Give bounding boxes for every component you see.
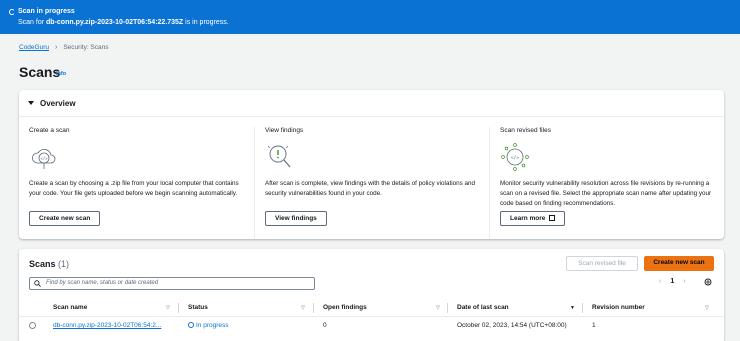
upload-cloud-icon: </> xyxy=(32,149,56,169)
search-icon xyxy=(34,280,41,287)
overview-panel: Overview Create a scan </> Create a scan… xyxy=(19,90,724,239)
column-title: Create a scan xyxy=(29,127,70,134)
breadcrumb: CodeGuru › Security: Scans xyxy=(19,44,109,51)
column-divider xyxy=(447,303,448,313)
scans-header: Scans (1) xyxy=(29,259,69,269)
status-label: In progress xyxy=(196,322,229,329)
date-value: October 02, 2023, 14:54 (UTC+08:00) xyxy=(457,322,567,329)
search-input[interactable]: Find by scan name, status or date create… xyxy=(29,277,315,290)
current-page[interactable]: 1 xyxy=(670,278,674,285)
in-progress-icon xyxy=(188,322,194,328)
column-text: Create a scan by choosing a .zip file fr… xyxy=(29,180,239,197)
overview-column-findings: View findings After scan is complete, vi… xyxy=(254,127,489,239)
scan-revised-file-button[interactable]: Scan revised file xyxy=(566,256,638,271)
row-select-radio[interactable] xyxy=(29,322,36,329)
flash-title: Scan in progress xyxy=(18,8,75,15)
overview-column-revised: Scan revised files </> Monitor security … xyxy=(489,127,724,239)
breadcrumb-codeguru-link[interactable]: CodeGuru xyxy=(19,44,49,51)
column-divider xyxy=(582,303,583,313)
status-badge: In progress xyxy=(188,322,229,329)
svg-text:</>: </> xyxy=(40,156,48,161)
loading-spinner-icon xyxy=(9,9,15,15)
column-header-revision[interactable]: Revision number ▽ xyxy=(592,304,709,311)
overview-title: Overview xyxy=(40,98,76,108)
column-header-scan-name[interactable]: Scan name ▽ xyxy=(53,304,170,311)
previous-page-icon[interactable]: ‹ xyxy=(659,278,661,285)
view-findings-button[interactable]: View findings xyxy=(265,211,327,226)
sort-icon: ▽ xyxy=(301,305,305,311)
column-text: After scan is complete, view findings wi… xyxy=(265,180,476,197)
flash-message-suffix: is in progress. xyxy=(183,19,229,26)
next-page-icon[interactable]: › xyxy=(683,278,685,285)
learn-more-button[interactable]: Learn more xyxy=(500,211,566,226)
caret-down-icon xyxy=(28,101,34,105)
magnifier-alert-icon xyxy=(267,145,291,168)
column-divider xyxy=(178,303,179,313)
svg-text:</>: </> xyxy=(511,155,519,161)
column-header-label: Status xyxy=(188,304,208,311)
table-row: db-conn.py.zip-2023-10-02T06:54:2... In … xyxy=(19,317,724,334)
flash-message-prefix: Scan for xyxy=(18,19,47,26)
column-title: Scan revised files xyxy=(500,127,551,134)
column-header-status[interactable]: Status ▽ xyxy=(188,304,305,311)
scans-table-panel: Scans (1) Scan revised file Create new s… xyxy=(19,249,724,341)
create-new-scan-primary-button[interactable]: Create new scan xyxy=(644,256,714,271)
revision-value: 1 xyxy=(592,322,596,329)
create-new-scan-button[interactable]: Create new scan xyxy=(29,211,101,226)
scan-name-link[interactable]: db-conn.py.zip-2023-10-02T06:54:2... xyxy=(53,322,161,329)
sort-icon: ▽ xyxy=(436,305,440,311)
open-findings-value: 0 xyxy=(323,322,327,329)
breadcrumb-current: Security: Scans xyxy=(63,44,109,51)
table-header-row: Scan name ▽ Status ▽ Open findings ▽ Date o… xyxy=(19,299,724,317)
gear-icon[interactable] xyxy=(704,278,712,286)
info-link[interactable]: Info xyxy=(56,71,66,77)
search-placeholder: Find by scan name, status or date create… xyxy=(46,280,159,286)
column-header-label: Revision number xyxy=(592,304,645,311)
pagination: ‹ 1 › xyxy=(659,278,686,285)
scans-count: (1) xyxy=(58,259,70,269)
overview-column-create: Create a scan </> Create a scan by choos… xyxy=(19,127,254,239)
sort-descending-icon: ▼ xyxy=(570,305,575,311)
flash-message: Scan for db-conn.py.zip-2023-10-02T06:54… xyxy=(18,19,229,26)
code-revision-icon: </> xyxy=(501,143,529,171)
column-divider xyxy=(313,303,314,313)
column-header-label: Date of last scan xyxy=(457,304,509,311)
chevron-right-icon: › xyxy=(55,44,58,51)
sort-icon: ▽ xyxy=(166,305,170,311)
sort-icon: ▽ xyxy=(705,305,709,311)
column-title: View findings xyxy=(265,127,304,134)
column-header-label: Open findings xyxy=(323,304,367,311)
overview-header[interactable]: Overview xyxy=(19,90,724,117)
column-header-date[interactable]: Date of last scan ▼ xyxy=(457,304,575,311)
scans-title: Scans xyxy=(29,259,56,269)
column-text: Monitor security vulnerability resolutio… xyxy=(500,180,712,207)
column-header-open-findings[interactable]: Open findings ▽ xyxy=(323,304,440,311)
column-header-label: Scan name xyxy=(53,304,88,311)
external-link-icon xyxy=(549,215,556,221)
page-title: Scans xyxy=(19,64,61,80)
flash-scan-name: db-conn.py.zip-2023-10-02T06:54:22.735Z xyxy=(46,19,184,26)
learn-more-label: Learn more xyxy=(510,215,546,222)
flash-banner: Scan in progress Scan for db-conn.py.zip… xyxy=(0,0,740,34)
